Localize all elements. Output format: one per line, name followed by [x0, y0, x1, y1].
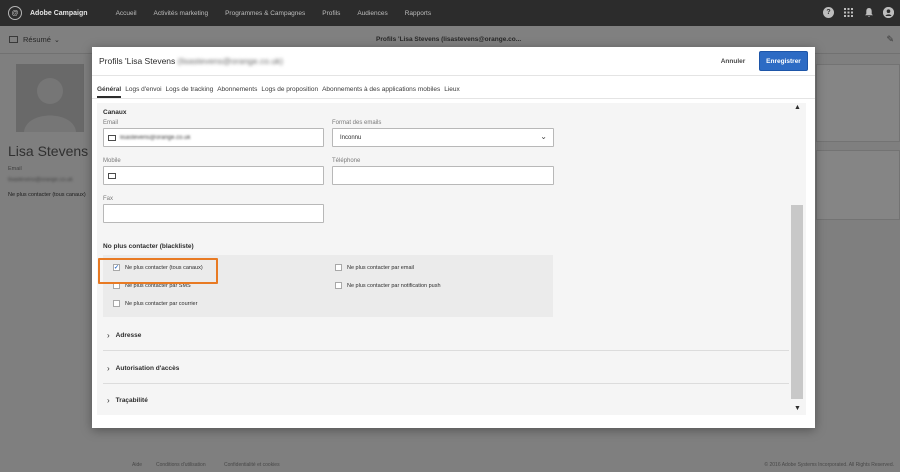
scroll-down-arrow-icon[interactable]: ▼: [794, 405, 801, 412]
checkbox-icon[interactable]: [335, 264, 342, 271]
fax-label: Fax: [103, 196, 114, 202]
checkbox-icon[interactable]: [335, 282, 342, 289]
main-nav: Accueil Activités marketing Programmes &…: [116, 10, 449, 17]
profile-edit-dialog: Profils 'Lisa Stevens (lisastevens@orang…: [92, 47, 815, 428]
user-avatar-icon[interactable]: [883, 7, 894, 18]
mobile-icon: [108, 173, 116, 179]
section-adresse-label: Adresse: [115, 332, 142, 339]
dialog-tabs: Général Logs d'envoi Logs de tracking Ab…: [97, 85, 464, 98]
mobile-field[interactable]: [103, 166, 324, 185]
cancel-button[interactable]: Annuler: [713, 52, 753, 71]
highlight-annotation: [98, 258, 218, 284]
nav-item-audiences[interactable]: Audiences: [357, 10, 387, 17]
phone-field[interactable]: [332, 166, 554, 185]
tabs-divider: [92, 98, 815, 99]
tab-logs-tracking[interactable]: Logs de tracking: [166, 85, 214, 98]
section-divider: [103, 383, 789, 384]
section-adresse[interactable]: › Adresse: [107, 331, 141, 340]
section-autorisation-acces-label: Autorisation d'accès: [115, 365, 180, 372]
nav-item-programmes-campagnes[interactable]: Programmes & Campagnes: [225, 10, 305, 17]
phone-label: Téléphone: [332, 158, 361, 164]
dialog-title-text: Profils 'Lisa Stevens: [99, 56, 176, 66]
dialog-title-email: (lisastevens@orange.co.uk): [177, 56, 284, 66]
mobile-label: Mobile: [103, 158, 121, 164]
email-field-value: lisastevens@orange.co.uk: [120, 135, 191, 141]
top-right-icons: ?: [814, 7, 894, 18]
nav-item-accueil[interactable]: Accueil: [116, 10, 137, 17]
notification-bell-icon[interactable]: [863, 7, 874, 18]
help-icon[interactable]: ?: [823, 7, 834, 18]
tab-general[interactable]: Général: [97, 85, 122, 98]
section-autorisation-acces[interactable]: › Autorisation d'accès: [107, 364, 179, 373]
email-field[interactable]: lisastevens@orange.co.uk: [103, 128, 324, 147]
tab-lieux[interactable]: Lieux: [444, 85, 460, 98]
email-format-value: Inconnu: [340, 135, 362, 141]
section-tracabilite-label: Traçabilité: [115, 397, 148, 404]
email-format-label: Format des emails: [332, 120, 382, 126]
nav-item-profils[interactable]: Profils: [322, 10, 340, 17]
apps-grid-icon[interactable]: [843, 7, 854, 18]
dialog-header: Profils 'Lisa Stevens (lisastevens@orang…: [92, 47, 815, 76]
checkbox-label: Ne plus contacter par courrier: [125, 300, 198, 307]
chevron-right-icon: ›: [107, 396, 110, 405]
dialog-content: Canaux Email lisastevens@orange.co.uk Fo…: [97, 103, 806, 415]
section-divider: [103, 350, 789, 351]
app-name: Adobe Campaign: [30, 9, 88, 17]
top-navigation-bar: @ Adobe Campaign Accueil Activités marke…: [0, 0, 900, 26]
tab-logs-proposition[interactable]: Logs de proposition: [261, 85, 318, 98]
checkbox-label: Ne plus contacter par email: [347, 264, 414, 271]
tab-logs-envoi[interactable]: Logs d'envoi: [125, 85, 161, 98]
checkbox-no-contact-mail[interactable]: Ne plus contacter par courrier: [113, 300, 197, 307]
save-button[interactable]: Enregistrer: [759, 51, 808, 71]
checkbox-label: Ne plus contacter par notification push: [347, 282, 441, 289]
fax-field[interactable]: [103, 204, 324, 223]
email-format-select[interactable]: Inconnu ⌄: [332, 128, 554, 147]
tab-abonnements[interactable]: Abonnements: [217, 85, 257, 98]
chevron-down-icon: ⌄: [540, 132, 547, 141]
scroll-up-arrow-icon[interactable]: ▲: [794, 104, 801, 111]
checkbox-no-contact-email[interactable]: Ne plus contacter par email: [335, 264, 414, 271]
envelope-icon: [108, 135, 116, 141]
tab-abonnements-applications-mobiles[interactable]: Abonnements à des applications mobiles: [322, 85, 440, 98]
dialog-title: Profils 'Lisa Stevens (lisastevens@orang…: [99, 56, 283, 66]
chevron-right-icon: ›: [107, 364, 110, 373]
adobe-campaign-logo-icon[interactable]: @: [8, 6, 22, 20]
section-canaux-title: Canaux: [103, 109, 127, 116]
nav-item-rapports[interactable]: Rapports: [405, 10, 431, 17]
section-tracabilite[interactable]: › Traçabilité: [107, 396, 148, 405]
checkbox-no-contact-push[interactable]: Ne plus contacter par notification push: [335, 282, 441, 289]
scrollbar-thumb[interactable]: [791, 205, 803, 399]
section-blacklist-title: No plus contacter (blackliste): [103, 243, 194, 250]
email-label: Email: [103, 120, 119, 126]
nav-item-activites-marketing[interactable]: Activités marketing: [154, 10, 209, 17]
chevron-right-icon: ›: [107, 331, 110, 340]
checkbox-icon[interactable]: [113, 300, 120, 307]
